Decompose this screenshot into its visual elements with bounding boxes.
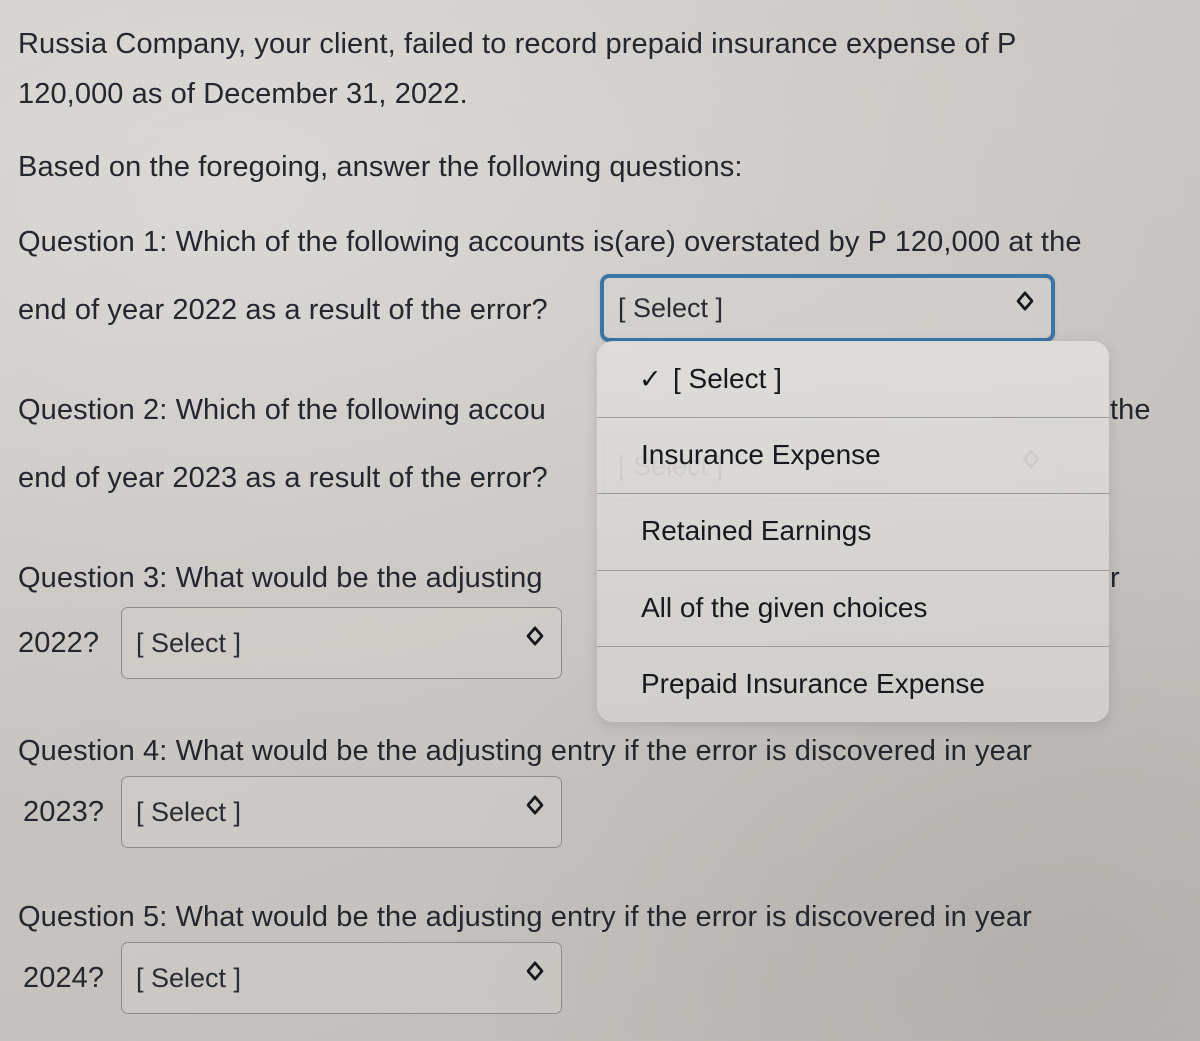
question-1-select-value: [ Select ]: [618, 292, 724, 323]
chevron-updown-icon: [1015, 290, 1035, 326]
check-icon: ✓: [639, 363, 662, 395]
dropdown-option-select[interactable]: ✓ [ Select ]: [597, 341, 1109, 417]
question-3-select-value: [ Select ]: [136, 627, 242, 658]
question-5-line-2-prefix: 2024?: [23, 962, 105, 994]
question-5-line-1: Question 5: What would be the adjusting …: [18, 901, 1032, 933]
instruction-line: Based on the foregoing, answer the follo…: [18, 151, 743, 183]
question-3-line-2-prefix: 2022?: [18, 627, 100, 659]
chevron-updown-icon: [525, 794, 545, 830]
dropdown-option-all-of-the-given-choices[interactable]: All of the given choices: [597, 569, 1109, 646]
dropdown-option-label: Retained Earnings: [641, 515, 872, 547]
chevron-updown-icon: [525, 960, 545, 996]
dropdown-option-prepaid-insurance-expense[interactable]: Prepaid Insurance Expense: [597, 645, 1109, 722]
question-1-line-1: Question 1: Which of the following accou…: [18, 226, 1082, 258]
question-4-line-2-prefix: 2023?: [23, 796, 105, 828]
question-4-select[interactable]: [ Select ]: [121, 776, 562, 848]
question-5-select-value: [ Select ]: [136, 962, 242, 993]
intro-line-1: Russia Company, your client, failed to r…: [18, 28, 1017, 60]
question-2-line-2: end of year 2023 as a result of the erro…: [18, 462, 548, 494]
question-1-line-2: end of year 2022 as a result of the erro…: [18, 294, 548, 326]
question-1-dropdown-menu[interactable]: ✓ [ Select ] Insurance Expense Retained …: [597, 341, 1109, 722]
question-4-select-value: [ Select ]: [136, 796, 242, 827]
dropdown-option-insurance-expense[interactable]: Insurance Expense: [597, 417, 1109, 493]
question-1-select[interactable]: [ Select ]: [600, 274, 1055, 342]
question-2-line-1-tail: the: [1110, 394, 1151, 426]
question-3-line-1-tail: r: [1110, 562, 1120, 594]
intro-line-2: 120,000 as of December 31, 2022.: [18, 78, 468, 110]
dropdown-option-label: [ Select ]: [673, 363, 782, 395]
scanned-question-page: Russia Company, your client, failed to r…: [0, 0, 1200, 1041]
question-4-line-1: Question 4: What would be the adjusting …: [18, 735, 1032, 767]
question-3-line-1: Question 3: What would be the adjusting: [18, 562, 543, 594]
question-3-select[interactable]: [ Select ]: [121, 607, 562, 679]
question-5-select[interactable]: [ Select ]: [121, 942, 562, 1014]
dropdown-option-label: All of the given choices: [641, 591, 928, 623]
dropdown-option-label: Insurance Expense: [641, 439, 881, 471]
chevron-updown-icon: [525, 625, 545, 661]
question-2-line-1: Question 2: Which of the following accou: [18, 394, 546, 426]
dropdown-option-label: Prepaid Insurance Expense: [641, 667, 985, 699]
dropdown-option-retained-earnings[interactable]: Retained Earnings: [597, 493, 1109, 569]
